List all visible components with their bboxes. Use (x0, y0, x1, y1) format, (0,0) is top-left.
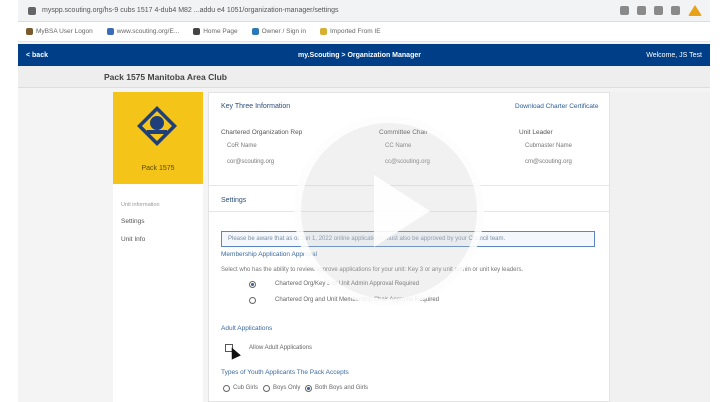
unit-emblem: Pack 1575 (113, 92, 203, 184)
sidebar-item-settings[interactable]: Settings (121, 218, 145, 225)
sidebar-section-label: Unit information (121, 202, 160, 208)
unit-title: Pack 1575 Manitoba Area Club (104, 71, 227, 82)
bookmark-icon (106, 28, 114, 35)
video-play-button[interactable] (294, 116, 484, 306)
table-cell: cm@scouting.org (525, 159, 572, 165)
youth-option-label: Cub Girls (233, 385, 259, 391)
unit-title-bar: Pack 1575 Manitoba Area Club (18, 66, 710, 88)
bookmark-item[interactable]: Imported From IE (320, 28, 381, 35)
youth-option-label: Boys Only (273, 385, 301, 391)
bookmark-icon (251, 28, 259, 35)
extension-icon[interactable] (671, 6, 680, 15)
youth-option-label: Both Boys and Girls (315, 385, 369, 391)
play-icon (374, 175, 430, 247)
adult-option-label: Allow Adult Applications (249, 345, 313, 351)
right-gutter (610, 92, 710, 402)
user-menu[interactable]: Welcome, JS Test (646, 52, 702, 59)
url-text[interactable]: myspp.scouting.org/hs-9 cubs 1517 4-dub4… (42, 7, 620, 14)
table-cell: CoR Name (227, 143, 257, 149)
column-header: Unit Leader (519, 129, 553, 136)
download-certificate-link[interactable]: Download Charter Certificate (515, 103, 598, 110)
bookmark-icon (193, 28, 201, 35)
cub-scout-logo-icon (137, 106, 177, 146)
bookmark-item[interactable]: www.scouting.org/E... (106, 28, 179, 35)
key-three-heading: Key Three Information (221, 103, 291, 110)
bookmark-icon (26, 28, 33, 35)
adult-applications-label: Adult Applications (221, 325, 273, 332)
pack-label: Pack 1575 (141, 165, 175, 172)
bookmark-item[interactable]: Owner / Sign in (251, 28, 306, 35)
top-navbar: < back my.Scouting > Organization Manage… (18, 44, 710, 66)
browser-window: myspp.scouting.org/hs-9 cubs 1517 4-dub4… (18, 0, 710, 402)
approval-radio-membership-chair[interactable] (249, 297, 256, 304)
share-icon[interactable] (637, 6, 646, 15)
table-cell: cor@scouting.org (227, 159, 275, 165)
folder-icon (320, 28, 327, 35)
unit-sidebar: Pack 1575 Unit information Settings Unit… (113, 92, 203, 402)
key-icon[interactable] (620, 6, 629, 15)
approval-radio-key3[interactable] (249, 281, 256, 288)
sidebar-item-unit-info[interactable]: Unit Info (121, 236, 145, 243)
browser-toolbar (620, 5, 702, 16)
address-bar[interactable]: myspp.scouting.org/hs-9 cubs 1517 4-dub4… (18, 0, 710, 22)
youth-radio-both[interactable] (305, 385, 312, 392)
warning-icon[interactable] (688, 5, 702, 16)
bookmarks-bar: MyBSA User Logon www.scouting.org/E... H… (18, 22, 710, 42)
lock-icon (28, 6, 36, 15)
star-icon[interactable] (654, 6, 663, 15)
youth-radio-boys[interactable] (263, 385, 270, 392)
column-header: Chartered Organization Rep (221, 129, 303, 136)
back-link[interactable]: < back (26, 52, 48, 59)
settings-heading: Settings (221, 197, 247, 204)
bookmark-item[interactable]: Home Page (193, 28, 238, 35)
youth-radio-girls[interactable] (223, 385, 230, 392)
mouse-cursor-icon (227, 345, 241, 360)
youth-applicants-label: Types of Youth Applicants The Pack Accep… (221, 369, 349, 376)
bookmark-item[interactable]: MyBSA User Logon (26, 28, 93, 35)
app-title: my.Scouting > Organization Manager (298, 51, 421, 59)
table-cell: Cubmaster Name (525, 143, 573, 149)
